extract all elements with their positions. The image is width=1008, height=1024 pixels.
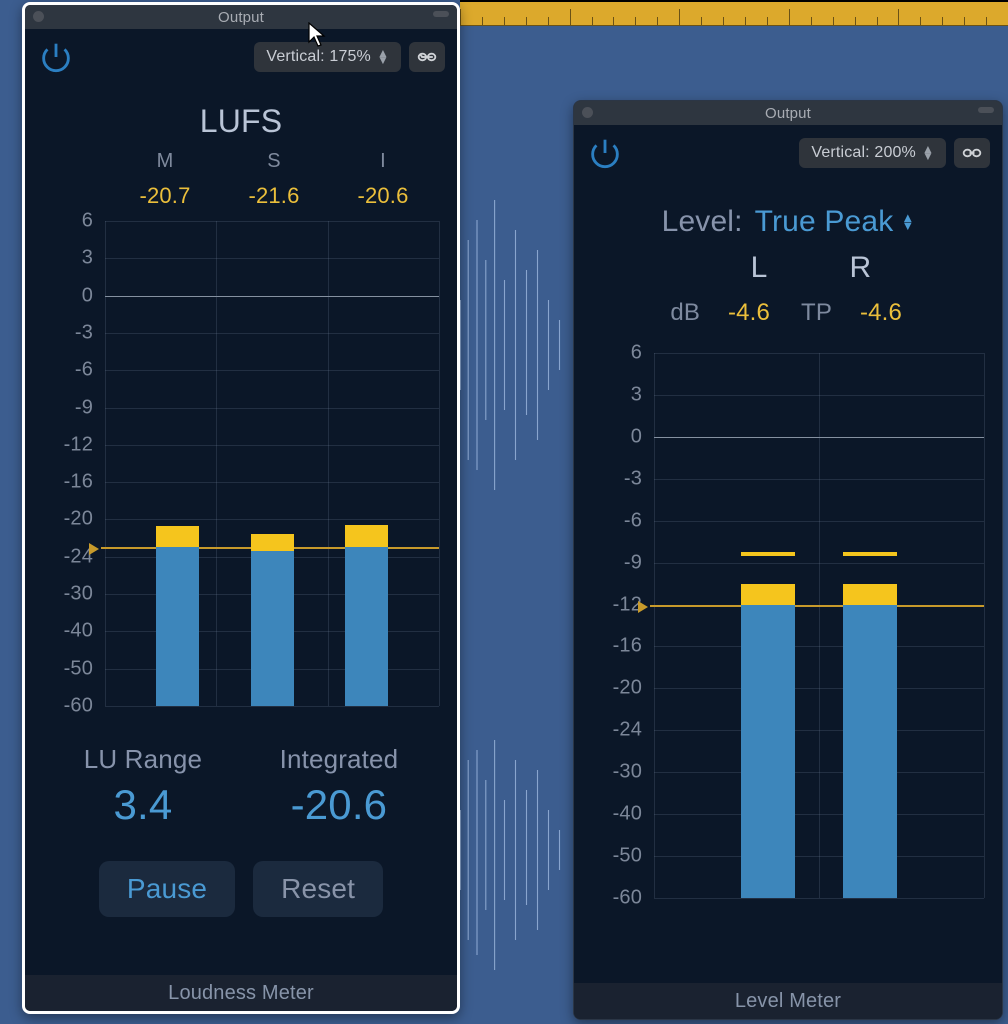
db-row: dB -4.6 TP -4.6 [574, 299, 1002, 327]
value-s: -21.6 [239, 183, 309, 209]
close-dot[interactable] [33, 11, 44, 22]
header-l: L [751, 251, 768, 285]
lr-headers: L R [620, 251, 1002, 285]
meter-bar [843, 353, 897, 898]
resize-handle[interactable] [433, 11, 449, 17]
close-dot[interactable] [582, 107, 593, 118]
tp-label: TP [798, 299, 832, 327]
waveform-track-2 [455, 700, 565, 1000]
chart-title: LUFS [25, 103, 457, 140]
chevron-up-down-icon: ▲▼ [901, 214, 914, 230]
level-label: Level: [662, 205, 743, 239]
column-i: I [348, 150, 418, 173]
integrated-metric: Integrated -20.6 [280, 744, 399, 829]
plugin-name: Loudness Meter [25, 975, 457, 1011]
timeline-ruler[interactable] [460, 0, 1008, 26]
waveform-track-1 [455, 160, 565, 530]
resize-handle[interactable] [978, 107, 994, 113]
tp-value: -4.6 [852, 299, 910, 327]
chevron-up-down-icon: ▲▼ [922, 146, 934, 160]
column-s: S [239, 150, 309, 173]
button-row: Pause Reset [25, 861, 457, 917]
column-m: M [130, 150, 200, 173]
peak-values: -20.7 -21.6 -20.6 [91, 183, 457, 209]
reset-button[interactable]: Reset [253, 861, 383, 917]
loudness-chart: 630-3-6-9-12-16-20-24-30-40-50-60 [43, 221, 439, 706]
link-button[interactable] [954, 138, 990, 168]
level-chart: 630-3-6-9-12-16-20-24-30-40-50-60 [592, 353, 984, 898]
toolbar: Vertical: 200% ▲▼ [574, 125, 1002, 181]
level-meter-panel: Output Vertical: 200% ▲▼ Level: True Pea… [573, 100, 1003, 1020]
plugin-name: Level Meter [574, 983, 1002, 1019]
zoom-dropdown[interactable]: Vertical: 200% ▲▼ [799, 138, 946, 168]
chevron-up-down-icon: ▲▼ [377, 50, 389, 64]
meter-bar [345, 221, 388, 706]
power-button[interactable] [586, 134, 624, 172]
loudness-meter-panel: Output Vertical: 175% ▲▼ LUFS M S I -20.… [22, 2, 460, 1014]
meter-bar [156, 221, 199, 706]
value-i: -20.6 [348, 183, 418, 209]
db-value: -4.6 [720, 299, 778, 327]
header-r: R [850, 251, 872, 285]
zoom-label: Vertical: 175% [266, 48, 371, 66]
meter-bar [251, 221, 294, 706]
metrics-row: LU Range 3.4 Integrated -20.6 [25, 716, 457, 857]
level-mode-row: Level: True Peak ▲▼ [574, 205, 1002, 239]
zoom-dropdown[interactable]: Vertical: 175% ▲▼ [254, 42, 401, 72]
level-mode-dropdown[interactable]: True Peak ▲▼ [755, 205, 915, 239]
value-m: -20.7 [130, 183, 200, 209]
titlebar[interactable]: Output [25, 5, 457, 29]
window-title: Output [218, 9, 264, 26]
window-title: Output [765, 105, 811, 122]
db-label: dB [666, 299, 700, 327]
zoom-label: Vertical: 200% [811, 144, 916, 162]
link-button[interactable] [409, 42, 445, 72]
toolbar: Vertical: 175% ▲▼ [25, 29, 457, 85]
pause-button[interactable]: Pause [99, 861, 235, 917]
meter-bar [741, 353, 795, 898]
lu-range-metric: LU Range 3.4 [84, 744, 202, 829]
titlebar[interactable]: Output [574, 101, 1002, 125]
power-button[interactable] [37, 38, 75, 76]
column-headers: M S I [91, 150, 457, 173]
